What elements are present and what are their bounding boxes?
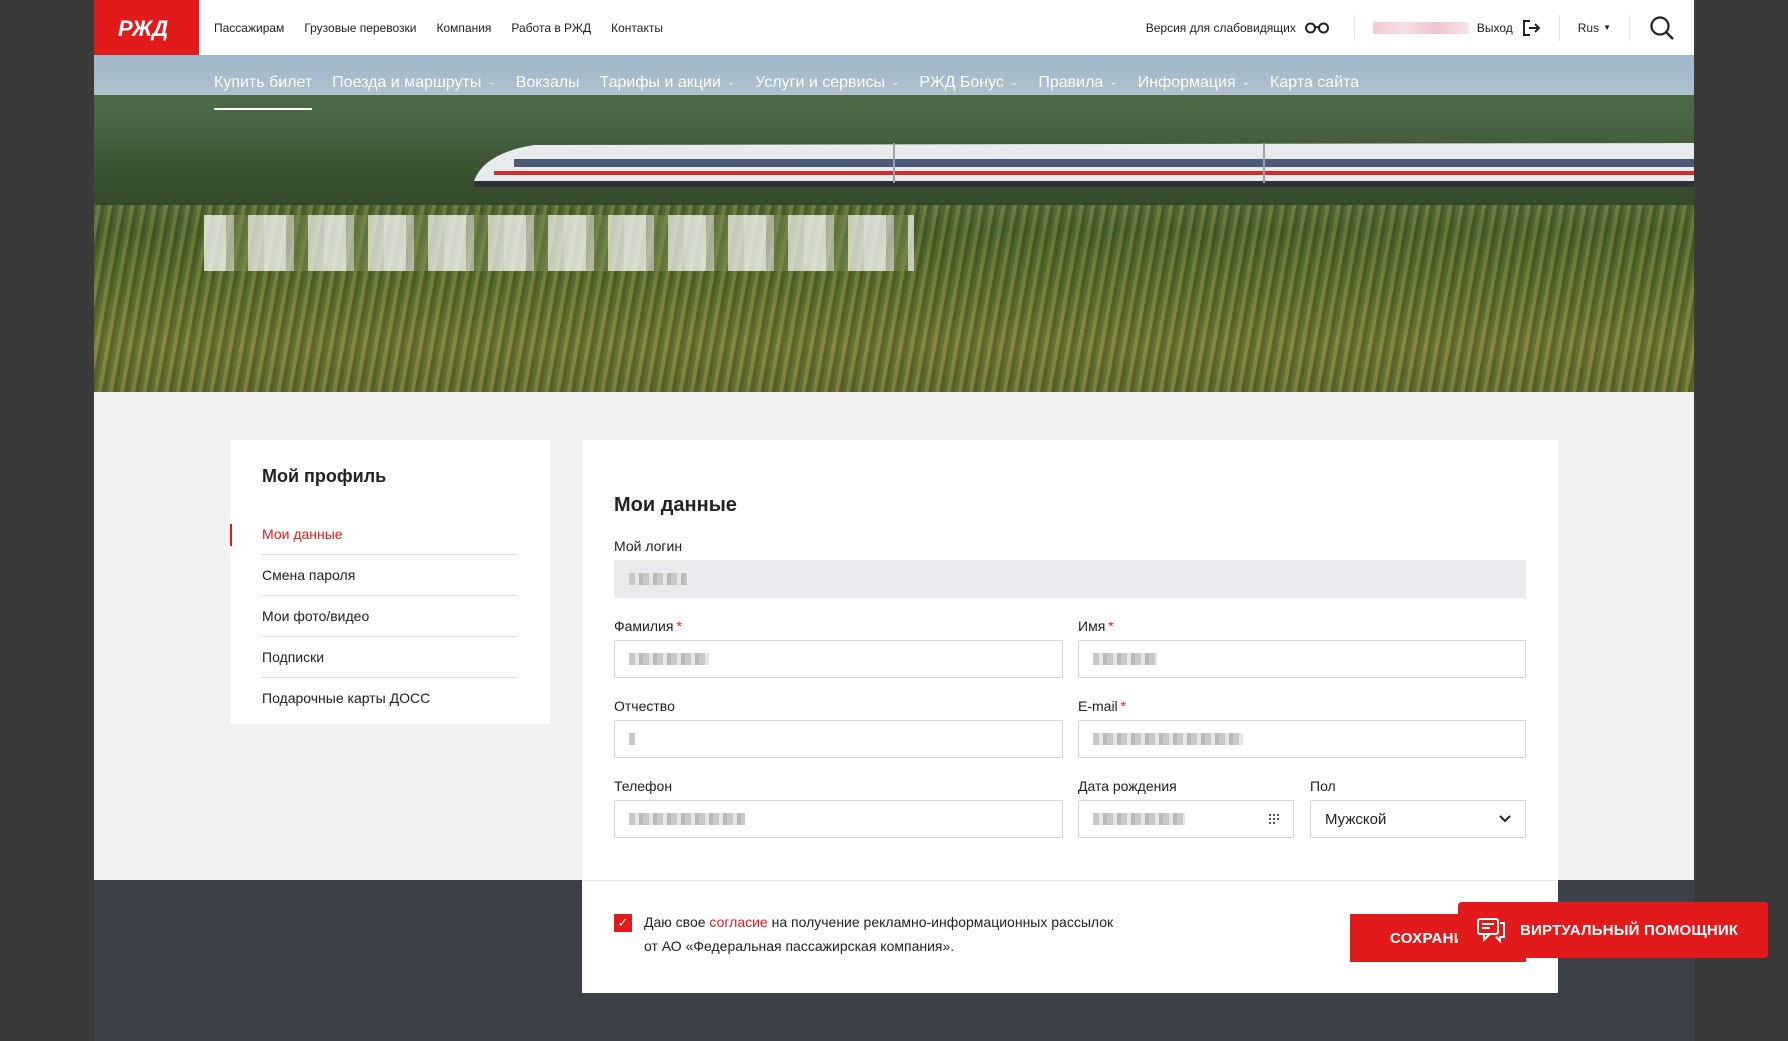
firstname-value-redacted [1093,653,1157,665]
chevron-down-icon: ⌄ [890,77,900,88]
nav-label: Вокзалы [515,73,580,91]
profile-form-card: Мои данные Мой логин Фамилия * Имя * Отчес… [582,440,1558,993]
user-block[interactable]: Выход [1355,19,1559,37]
chevron-down-icon: ⌄ [1241,77,1251,88]
train-image [474,143,1694,187]
chevron-down-icon: ⌄ [1009,77,1019,88]
lastname-label: Фамилия * [614,618,682,634]
hero-banner: Купить билет Поезда и маршруты ⌄ Вокзалы … [94,55,1694,392]
rzd-logo[interactable]: РЖД [94,0,199,55]
sidebar-item-my-data[interactable]: Мои данные [230,514,518,555]
nav-tariffs[interactable]: Тарифы и акции ⌄ [600,55,736,110]
middlename-field[interactable] [614,720,1063,758]
nav-rules[interactable]: Правила ⌄ [1038,55,1117,110]
sidebar-menu: Мои данные Смена пароля Мои фото/видео П… [230,514,518,718]
toplink-contacts[interactable]: Контакты [611,21,663,35]
language-selector[interactable]: Rus ▼ [1560,21,1629,35]
caret-down-icon: ▼ [1603,23,1611,32]
phone-label: Телефон [614,778,673,794]
top-right: Версия для слабовидящих Выход Rus ▼ [1146,0,1694,55]
nav-sitemap[interactable]: Карта сайта [1270,55,1359,110]
top-bar: РЖД Пассажирам Грузовые перевозки Компан… [94,0,1694,55]
phone-field[interactable] [614,800,1063,838]
rzd-logo-icon: РЖД [118,16,168,41]
lastname-value-redacted [629,653,709,665]
birthdate-field[interactable] [1078,800,1294,838]
chevron-down-icon: ⌄ [726,77,736,88]
consent-text: Даю свое согласие на получение рекламно-… [644,914,1114,954]
nav-label: Информация [1137,73,1236,91]
nav-trains-routes[interactable]: Поезда и маршруты ⌄ [332,55,496,110]
birthdate-value-redacted [1093,813,1185,825]
nav-bonus[interactable]: РЖД Бонус ⌄ [919,55,1018,110]
sidebar-title: Мой профиль [262,466,387,486]
sidebar-item-change-password[interactable]: Смена пароля [262,555,518,596]
main-nav: Купить билет Поезда и маршруты ⌄ Вокзалы … [214,55,1359,110]
sidebar-item-photo-video[interactable]: Мои фото/видео [262,596,518,637]
nav-label: Купить билет [214,73,313,91]
email-label: E-mail * [1078,698,1127,714]
logout-icon[interactable] [1521,19,1541,37]
toplink-passengers[interactable]: Пассажирам [214,21,284,35]
calendar-icon[interactable] [1269,814,1279,824]
user-name-redacted [1372,21,1469,34]
gender-label: Пол [1310,778,1336,794]
birthdate-label: Дата рождения [1078,778,1177,794]
chevron-down-icon: ⌄ [1109,77,1118,88]
toplink-jobs[interactable]: Работа в РЖД [511,21,591,35]
email-field[interactable] [1078,720,1526,758]
nav-label: Поезда и маршруты [332,73,482,91]
middlename-label: Отчество [614,698,675,714]
firstname-label: Имя * [1078,618,1114,634]
chat-icon [1477,918,1505,943]
email-value-redacted [1093,733,1243,745]
profile-sidebar: Мой профиль Мои данные Смена пароля Мои … [230,440,550,724]
form-title: Мои данные [614,494,737,516]
nav-label: Услуги и сервисы [755,73,885,91]
nav-label: РЖД Бонус [919,73,1004,91]
nav-label: Карта сайта [1270,73,1360,91]
login-value-redacted [629,573,687,585]
page: РЖД Пассажирам Грузовые перевозки Компан… [94,0,1694,1041]
search-icon [1650,15,1674,40]
svg-text:РЖД: РЖД [118,16,168,41]
vision-link[interactable]: Версия для слабовидящих [1146,21,1330,35]
logout-label[interactable]: Выход [1477,21,1513,35]
virtual-assistant-button[interactable]: ВИРТУАЛЬНЫЙ ПОМОЩНИК [1458,902,1768,958]
glasses-icon [1304,22,1329,33]
nav-buy-ticket[interactable]: Купить билет [214,55,313,110]
nav-services[interactable]: Услуги и сервисы ⌄ [755,55,899,110]
language-label: Rus [1577,20,1600,35]
phone-value-redacted [629,813,745,825]
hero-heading-redacted [204,215,914,271]
sidebar-item-gift-cards[interactable]: Подарочные карты ДОСС [262,678,518,718]
assistant-label: ВИРТУАЛЬНЫЙ ПОМОЩНИК [1520,921,1739,939]
gender-select[interactable]: Мужской [1310,800,1526,838]
sidebar-item-subscriptions[interactable]: Подписки [262,637,518,678]
login-label: Мой логин [614,538,683,554]
nav-label: Правила [1038,73,1104,91]
nav-label: Тарифы и акции [599,73,721,91]
vision-label: Версия для слабовидящих [1145,20,1296,35]
toplink-freight[interactable]: Грузовые перевозки [304,21,416,35]
chevron-down-icon: ⌄ [487,77,496,88]
consent-link[interactable]: согласие [709,914,767,930]
consent-block: ✓ Даю свое согласие на получение рекламн… [614,914,1113,958]
nav-info[interactable]: Информация ⌄ [1138,55,1250,110]
top-links: Пассажирам Грузовые перевозки Компания Р… [214,0,663,55]
login-field [614,560,1526,598]
search-button[interactable] [1630,0,1694,55]
nav-stations[interactable]: Вокзалы [516,55,580,110]
lastname-field[interactable] [614,640,1063,678]
card-divider [582,880,1558,881]
consent-checkbox[interactable]: ✓ [614,914,632,932]
firstname-field[interactable] [1078,640,1526,678]
toplink-company[interactable]: Компания [436,21,491,35]
gender-value: Мужской [1325,810,1387,828]
chevron-down-icon [1499,815,1511,823]
middlename-value-redacted [629,733,635,745]
